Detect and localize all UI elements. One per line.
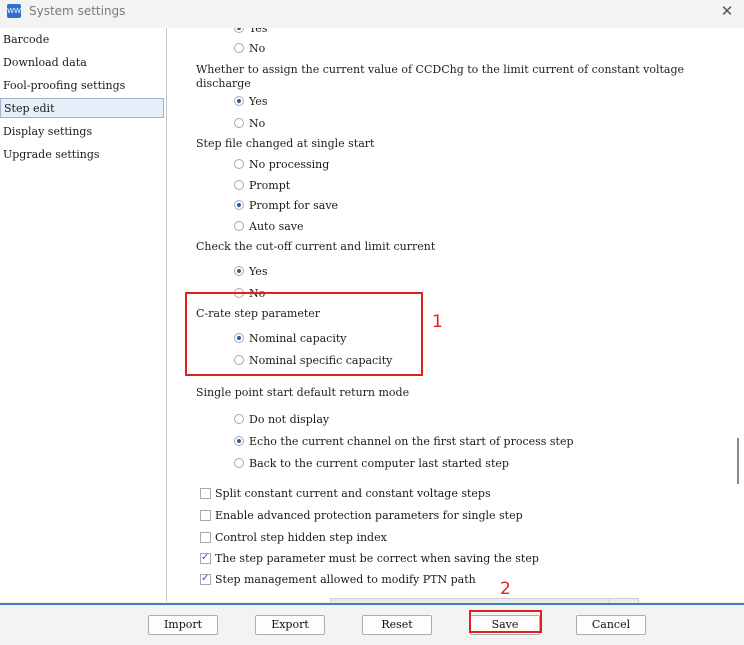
title-bar: WW System settings ✕ (0, 0, 744, 24)
reset-button[interactable]: Reset (362, 615, 432, 635)
cancel-button[interactable]: Cancel (576, 615, 646, 635)
scrollbar-thumb[interactable] (737, 438, 739, 484)
check-icon (200, 572, 211, 586)
annotation-box-1 (185, 292, 423, 376)
radio-icon (234, 458, 244, 468)
annotation-label-2: 2 (500, 579, 511, 599)
sidebar-item-upgrade-settings[interactable]: Upgrade settings (0, 145, 164, 165)
radio-icon (234, 414, 244, 424)
window-title: System settings (29, 4, 126, 18)
radio-icon (234, 96, 244, 106)
radio-icon (234, 180, 244, 190)
sidebar-item-display-settings[interactable]: Display settings (0, 122, 164, 142)
radio-icon (234, 159, 244, 169)
sidebar-item-download-data[interactable]: Download data (0, 53, 164, 73)
radio-icon (234, 200, 244, 210)
check-icon (200, 551, 211, 565)
close-icon[interactable]: ✕ (718, 2, 736, 20)
sidebar-item-step-edit[interactable]: Step edit (0, 98, 164, 118)
annotation-box-2 (469, 610, 542, 633)
single-point-question: Single point start default return mode (196, 386, 410, 399)
sidebar-item-barcode[interactable]: Barcode (0, 30, 164, 50)
cutoff-question: Check the cut-off current and limit curr… (196, 240, 436, 253)
checkbox-icon (200, 488, 211, 499)
radio-icon (234, 118, 244, 128)
radio-icon (234, 436, 244, 446)
checkbox-icon (200, 532, 211, 543)
import-button[interactable]: Import (148, 615, 218, 635)
app-logo-icon: WW (7, 4, 21, 18)
dialog-footer: Import Export Reset Save Cancel (0, 603, 744, 645)
radio-icon (234, 43, 244, 53)
radio-icon (234, 28, 244, 33)
step-file-question: Step file changed at single start (196, 137, 375, 150)
radio-icon (234, 266, 244, 276)
export-button[interactable]: Export (255, 615, 325, 635)
vertical-scrollbar[interactable] (732, 28, 744, 602)
settings-sidebar: Barcode Download data Fool-proofing sett… (0, 28, 167, 602)
ccdchg-question: Whether to assign the current value of C… (196, 63, 685, 90)
checkbox-icon (200, 510, 211, 521)
radio-icon (234, 221, 244, 231)
annotation-label-1: 1 (432, 312, 443, 332)
sidebar-item-fool-proofing[interactable]: Fool-proofing settings (0, 76, 164, 96)
